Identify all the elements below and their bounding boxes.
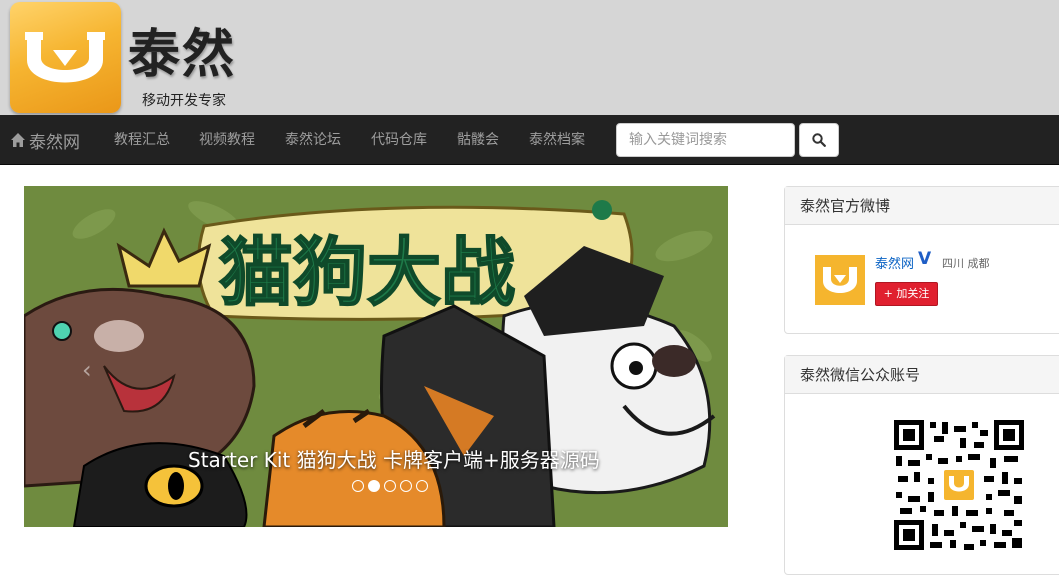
weibo-location: 四川 成都 <box>942 257 990 270</box>
carousel-indicators <box>352 480 428 492</box>
nav-home-link[interactable]: 泰然网 <box>10 115 80 165</box>
nav-item-videos[interactable]: 视频教程 <box>199 115 255 165</box>
carousel-dot[interactable] <box>416 480 428 492</box>
home-icon <box>11 133 25 147</box>
brand-name: 泰然 <box>128 25 237 85</box>
search-icon <box>812 133 826 147</box>
nav-home-label: 泰然网 <box>29 132 80 153</box>
carousel-dot[interactable] <box>352 480 364 492</box>
carousel-dot-active[interactable] <box>368 480 380 492</box>
logo-u-icon <box>25 32 105 83</box>
wechat-qr-code <box>894 420 1024 550</box>
featured-carousel[interactable]: 猫狗大战 ‹ Starter Kit 猫狗大战 卡牌客户端+服务器源码 <box>24 186 728 527</box>
weibo-account-name[interactable]: 泰然网 <box>875 253 914 272</box>
wechat-panel: 泰然微信公众账号 <box>784 355 1059 575</box>
carousel-dot[interactable] <box>384 480 396 492</box>
nav-item-tutorials[interactable]: 教程汇总 <box>114 115 170 165</box>
wechat-panel-title: 泰然微信公众账号 <box>785 356 1059 394</box>
weibo-panel: 泰然官方微博 泰然网 V 四川 成都 + 加关注 <box>784 186 1059 334</box>
search-input[interactable] <box>616 123 795 157</box>
follow-label: 加关注 <box>896 287 930 300</box>
site-header: 泰然 移动开发专家 <box>0 0 1059 115</box>
main-navbar: 泰然网 教程汇总 视频教程 泰然论坛 代码仓库 骷髅会 泰然档案 <box>0 115 1059 165</box>
site-logo[interactable] <box>10 2 121 113</box>
plus-icon: + <box>883 287 897 300</box>
search-button[interactable] <box>799 123 839 157</box>
nav-item-skull-club[interactable]: 骷髅会 <box>457 115 499 165</box>
verified-icon: V <box>918 249 932 269</box>
carousel-dot[interactable] <box>400 480 412 492</box>
brand-tagline: 移动开发专家 <box>142 93 226 109</box>
follow-button[interactable]: + 加关注 <box>875 282 938 306</box>
carousel-prev-arrow[interactable]: ‹ <box>82 356 92 384</box>
carousel-caption[interactable]: Starter Kit 猫狗大战 卡牌客户端+服务器源码 <box>188 444 600 473</box>
carousel-slide-image: 猫狗大战 <box>24 186 728 527</box>
nav-item-code[interactable]: 代码仓库 <box>371 115 427 165</box>
svg-text:猫狗大战: 猫狗大战 <box>219 230 515 316</box>
weibo-avatar[interactable] <box>815 255 865 305</box>
weibo-panel-title: 泰然官方微博 <box>785 187 1059 225</box>
nav-item-forum[interactable]: 泰然论坛 <box>285 115 341 165</box>
logo-u-icon <box>823 267 857 293</box>
nav-item-archive[interactable]: 泰然档案 <box>529 115 585 165</box>
